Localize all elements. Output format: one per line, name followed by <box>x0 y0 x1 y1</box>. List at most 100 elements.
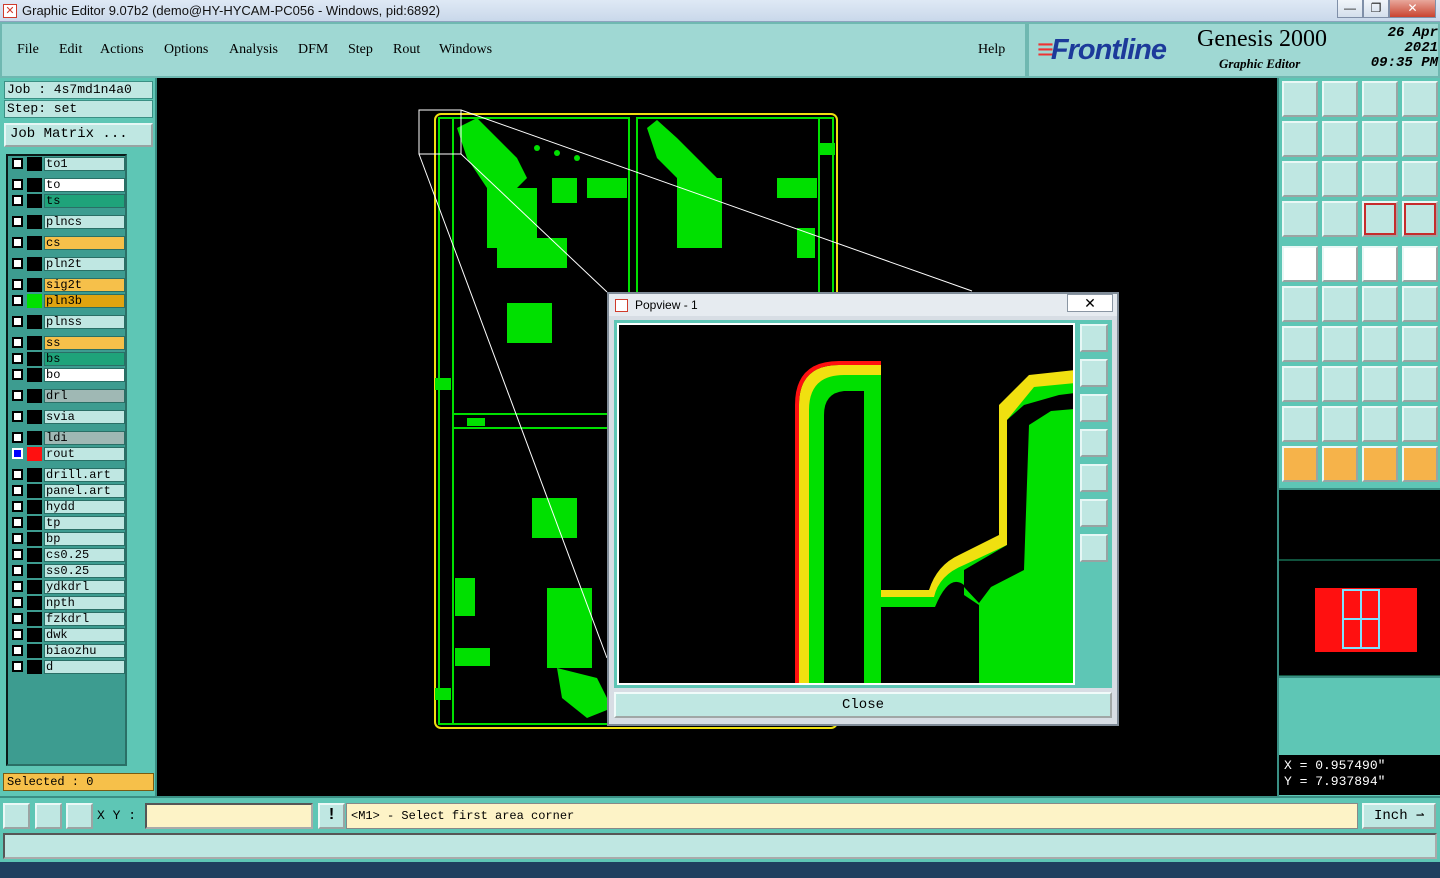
layer-row-svia[interactable]: svia <box>10 410 125 424</box>
layer-checkbox[interactable] <box>12 279 23 290</box>
group-icon[interactable] <box>1402 366 1438 402</box>
layer-name[interactable]: drill.art <box>44 468 125 482</box>
layer-row-cs0-25[interactable]: cs0.25 <box>10 548 125 562</box>
pointer-circle-icon[interactable] <box>1362 446 1398 482</box>
layer-row-hydd[interactable]: hydd <box>10 500 125 514</box>
feature-info-icon[interactable] <box>1282 246 1318 282</box>
layer-name[interactable]: bs <box>44 352 125 366</box>
layer-color-swatch[interactable] <box>27 194 42 208</box>
fit-screen-icon[interactable] <box>1322 161 1358 197</box>
menu-file[interactable]: File <box>17 42 39 58</box>
layer-name[interactable]: svia <box>44 410 125 424</box>
layer-checkbox[interactable] <box>12 501 23 512</box>
layer-checkbox[interactable] <box>12 390 23 401</box>
menu-options[interactable]: Options <box>164 42 208 58</box>
diagonal-icon[interactable] <box>1322 326 1358 362</box>
zoom-s-icon[interactable] <box>1402 121 1438 157</box>
popview-pan-down-icon[interactable] <box>1080 394 1108 422</box>
pan-left-icon[interactable] <box>1282 121 1318 157</box>
unit-selector[interactable]: Inch ⇀ <box>1362 803 1436 829</box>
layer-name[interactable]: to <box>44 178 125 192</box>
select-pointer-icon[interactable] <box>1322 446 1358 482</box>
popview-titlebar[interactable]: Popview - 1 ✕ <box>609 294 1117 316</box>
minus-icon[interactable] <box>1322 366 1358 402</box>
layer-color-swatch[interactable] <box>27 236 42 250</box>
layer-name[interactable]: ss <box>44 336 125 350</box>
layer-checkbox[interactable] <box>12 661 23 672</box>
menu-rout[interactable]: Rout <box>393 42 420 58</box>
layer-checkbox[interactable] <box>12 613 23 624</box>
menu-help[interactable]: Help <box>978 42 1005 58</box>
layer-row-ldi[interactable]: ldi <box>10 431 125 445</box>
command-input[interactable] <box>3 833 1437 859</box>
layer-color-swatch[interactable] <box>27 257 42 271</box>
pin-icon[interactable] <box>1282 366 1318 402</box>
layer-name[interactable]: d <box>44 660 125 674</box>
home-icon[interactable] <box>1322 81 1358 117</box>
layer-checkbox[interactable] <box>12 158 23 169</box>
layer-row-ss[interactable]: ss <box>10 336 125 350</box>
layer-row-drill-art[interactable]: drill.art <box>10 468 125 482</box>
layer-color-swatch[interactable] <box>27 447 42 461</box>
triangle-edit-icon[interactable] <box>1282 406 1318 442</box>
layer-name[interactable]: ydkdrl <box>44 580 125 594</box>
layer-color-swatch[interactable] <box>27 336 42 350</box>
overview-map[interactable] <box>1279 488 1440 678</box>
menu-analysis[interactable]: Analysis <box>229 42 278 58</box>
layer-checkbox[interactable] <box>12 565 23 576</box>
layer-name[interactable]: ldi <box>44 431 125 445</box>
layer-row-sig2t[interactable]: sig2t <box>10 278 125 292</box>
layer-color-swatch[interactable] <box>27 484 42 498</box>
layer-name[interactable]: pln3b <box>44 294 125 308</box>
layer-checkbox[interactable] <box>12 353 23 364</box>
layer-name[interactable]: ss0.25 <box>44 564 125 578</box>
layer-name[interactable]: cs0.25 <box>44 548 125 562</box>
layer-checkbox[interactable] <box>12 258 23 269</box>
job-matrix-button[interactable]: Job Matrix ... <box>4 123 153 147</box>
layer-name[interactable]: panel.art <box>44 484 125 498</box>
layer-checkbox[interactable] <box>12 533 23 544</box>
popview-pan-right-icon[interactable] <box>1080 464 1108 492</box>
layer-name[interactable]: rout <box>44 447 125 461</box>
rotate-icon[interactable] <box>1362 326 1398 362</box>
layer-checkbox[interactable] <box>12 195 23 206</box>
grid-snap-icon[interactable] <box>66 803 93 829</box>
layer-checkbox[interactable] <box>12 469 23 480</box>
menu-step[interactable]: Step <box>348 42 373 58</box>
layer-color-swatch[interactable] <box>27 612 42 626</box>
layer-row-fzkdrl[interactable]: fzkdrl <box>10 612 125 626</box>
layer-color-swatch[interactable] <box>27 431 42 445</box>
layer-name[interactable]: tp <box>44 516 125 530</box>
layer-color-swatch[interactable] <box>27 315 42 329</box>
layer-checkbox[interactable] <box>12 216 23 227</box>
layer-row-plncs[interactable]: plncs <box>10 215 125 229</box>
layer-row-bp[interactable]: bp <box>10 532 125 546</box>
alert-icon[interactable]: ! <box>318 803 345 829</box>
layer-color-swatch[interactable] <box>27 532 42 546</box>
layer-color-swatch[interactable] <box>27 628 42 642</box>
angle-icon[interactable] <box>1282 326 1318 362</box>
layer-checkbox[interactable] <box>12 645 23 656</box>
layer-row-pln2t[interactable]: pln2t <box>10 257 125 271</box>
layer-row-ts[interactable]: ts <box>10 194 125 208</box>
layer-checkbox[interactable] <box>12 629 23 640</box>
popview-zoom-out-icon[interactable] <box>1080 534 1108 562</box>
popview-zoom-in-icon[interactable] <box>1080 499 1108 527</box>
layer-color-swatch[interactable] <box>27 410 42 424</box>
layer-row-dwk[interactable]: dwk <box>10 628 125 642</box>
popview-pan-left-icon[interactable] <box>1080 429 1108 457</box>
layer-color-swatch[interactable] <box>27 178 42 192</box>
layer-color-swatch[interactable] <box>27 278 42 292</box>
layer-color-swatch[interactable] <box>27 157 42 171</box>
layer-name[interactable]: dwk <box>44 628 125 642</box>
measure-icon[interactable] <box>35 803 62 829</box>
layer-checkbox[interactable] <box>12 597 23 608</box>
move-icon[interactable] <box>1402 446 1438 482</box>
triangle-arrow-icon[interactable] <box>1362 406 1398 442</box>
popview-close-x-button[interactable]: ✕ <box>1067 294 1113 312</box>
layer-color-swatch[interactable] <box>27 468 42 482</box>
zoom-area-icon[interactable] <box>3 803 30 829</box>
layer-row-npth[interactable]: npth <box>10 596 125 610</box>
layer-color-swatch[interactable] <box>27 564 42 578</box>
triangle-line-icon[interactable] <box>1402 406 1438 442</box>
